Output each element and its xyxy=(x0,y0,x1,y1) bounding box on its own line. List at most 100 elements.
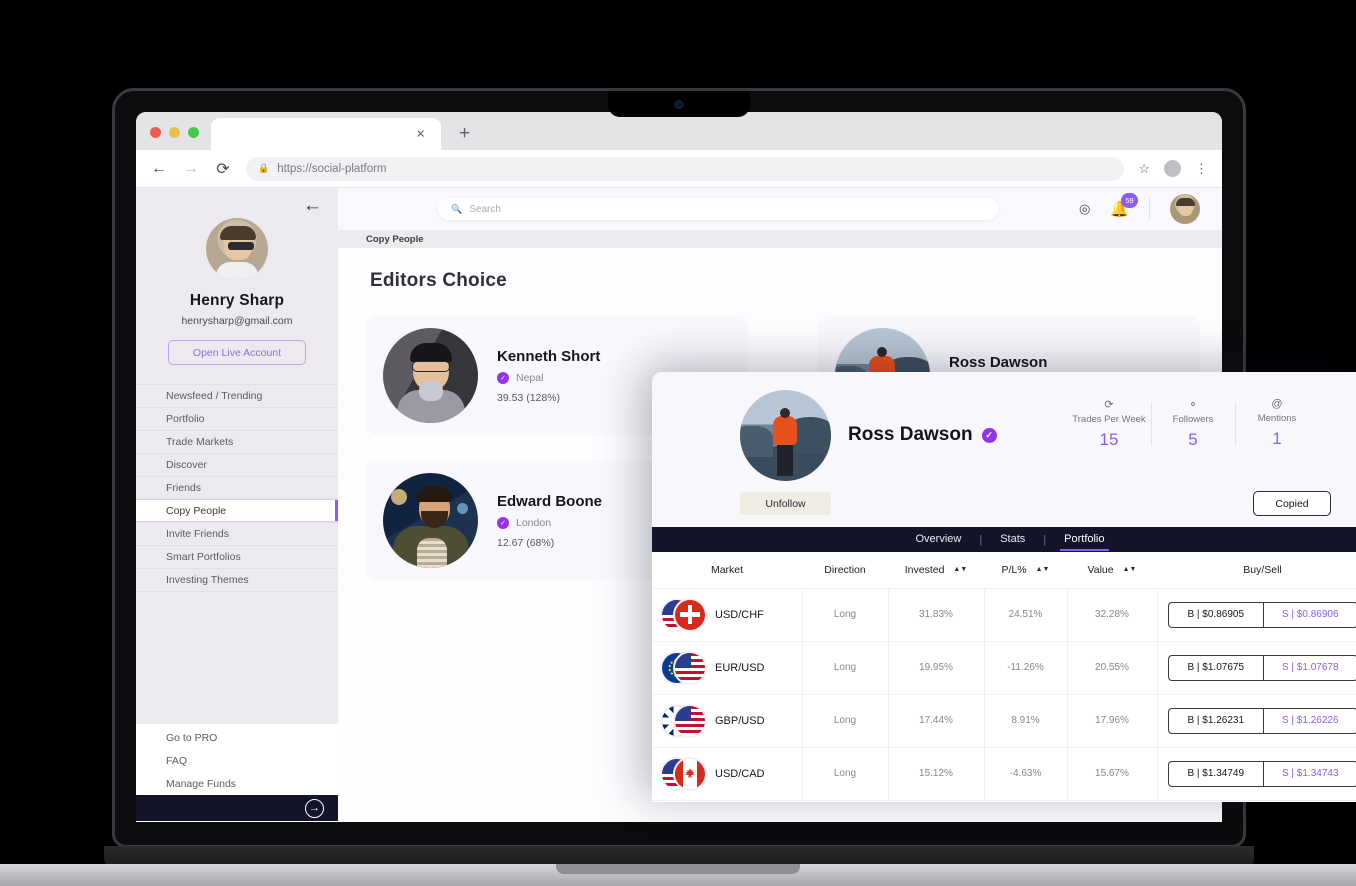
market-name: GBP/USD xyxy=(715,714,765,727)
sidebar-item-discover[interactable]: Discover xyxy=(136,453,338,476)
col-direction: Direction xyxy=(802,552,888,589)
person-name: Edward Boone xyxy=(497,492,603,510)
sidebar-item-investing-themes[interactable]: Investing Themes xyxy=(136,568,338,591)
close-window-button[interactable] xyxy=(150,127,161,138)
col-invested: Invested ▲▼ xyxy=(888,552,984,589)
cell-value: 15.67% xyxy=(1066,747,1157,801)
sidebar-item-portfolio[interactable]: Portfolio xyxy=(136,407,338,430)
cell-buy-sell: B | $1.34749 S | $1.34743 xyxy=(1156,747,1356,801)
table-header-row: Market Direction Invested ▲▼ P/L% ▲▼ Val… xyxy=(652,552,1356,589)
buy-button[interactable]: B | $1.26231 xyxy=(1167,707,1263,734)
sidebar: ← Henry Sharp henrysharp@gmail.com Open … xyxy=(136,188,338,821)
avatar xyxy=(740,390,831,481)
market-name: USD/CHF xyxy=(715,608,764,621)
logout-bar: → xyxy=(136,795,338,821)
sell-button[interactable]: S | $1.34743 xyxy=(1262,760,1356,787)
sort-pl-icon[interactable]: ▲▼ xyxy=(1036,566,1050,573)
eye-icon[interactable]: ◎ xyxy=(1079,201,1090,217)
browser-omnibar: ← → ⟳ 🔒 https://social-platform ☆ ⋮ xyxy=(136,150,1222,188)
browser-profile-avatar[interactable] xyxy=(1164,160,1181,177)
sidebar-item-manage-funds[interactable]: Manage Funds xyxy=(136,772,338,795)
cell-pl: -11.26% xyxy=(983,641,1067,695)
flag-pair-icon xyxy=(662,702,705,740)
col-pl: P/L% ▲▼ xyxy=(984,552,1067,589)
table-row[interactable]: USD/CAD Long 15.12% -4.63% 15.67% B | $1… xyxy=(652,747,1356,801)
stat-trades-per-week: ⟳ Trades Per Week 15 xyxy=(1067,398,1151,450)
breadcrumb: Copy People xyxy=(338,230,1222,248)
sell-button[interactable]: S | $0.86906 xyxy=(1262,601,1356,628)
copied-button[interactable]: Copied xyxy=(1253,491,1331,516)
verified-badge-icon: ✓ xyxy=(497,371,509,384)
cell-market: USD/CHF xyxy=(652,588,802,642)
cell-invested: 19.95% xyxy=(887,641,984,695)
person-location-row: ✓ Nepal xyxy=(497,371,600,384)
tab-stats[interactable]: Stats xyxy=(982,527,1043,552)
browser-tabstrip: × + xyxy=(136,112,1222,150)
logout-icon[interactable]: → xyxy=(305,798,324,818)
modal-tabs: Overview | Stats | Portfolio xyxy=(652,527,1356,552)
back-icon[interactable]: ← xyxy=(150,160,168,178)
sidebar-item-friends[interactable]: Friends xyxy=(136,476,338,499)
sidebar-item-copy-people[interactable]: Copy People xyxy=(136,499,338,522)
person-location: Nepal xyxy=(516,371,544,384)
table-row[interactable]: EUR/USD Long 19.95% -11.26% 20.55% B | $… xyxy=(652,641,1356,695)
cell-market: USD/CAD xyxy=(652,747,802,801)
unfollow-button[interactable]: Unfollow xyxy=(740,492,831,515)
topbar: 🔍 Search ◎ 🔔 59 xyxy=(338,188,1222,230)
col-buy-sell: Buy/Sell xyxy=(1157,552,1356,589)
notification-badge: 59 xyxy=(1121,192,1138,208)
sidebar-item-smart-portfolios[interactable]: Smart Portfolios xyxy=(136,545,338,568)
reload-icon[interactable]: ⟳ xyxy=(214,159,232,179)
col-market: Market xyxy=(652,552,802,589)
bookmark-star-icon[interactable]: ☆ xyxy=(1138,161,1150,177)
table-row[interactable]: USD/CHF Long 31.83% 24.51% 32.28% B | $0… xyxy=(652,588,1356,642)
sidebar-item-go-to-pro[interactable]: Go to PRO xyxy=(136,726,338,749)
avatar xyxy=(383,328,478,423)
col-invested-label: Invested xyxy=(904,563,945,576)
new-tab-button[interactable]: + xyxy=(459,124,470,143)
person-performance: 12.67 (68%) xyxy=(497,536,555,549)
sidebar-item-newsfeed[interactable]: Newsfeed / Trending xyxy=(136,384,338,407)
cell-invested: 17.44% xyxy=(887,694,984,748)
flag-pair-icon xyxy=(662,596,705,634)
sort-value-icon[interactable]: ▲▼ xyxy=(1123,566,1137,573)
lock-icon: 🔒 xyxy=(258,163,270,173)
col-pl-label: P/L% xyxy=(1001,563,1027,576)
sidebar-item-trade-markets[interactable]: Trade Markets xyxy=(136,430,338,453)
modal-header: Ross Dawson ✓ ⟳ Trades Per Week 15 ⚬ Fol… xyxy=(652,372,1356,527)
browser-tab[interactable]: × xyxy=(211,118,441,150)
forward-icon[interactable]: → xyxy=(182,160,200,178)
sidebar-item-invite-friends[interactable]: Invite Friends xyxy=(136,522,338,545)
cell-market: EUR/USD xyxy=(652,641,802,695)
cell-value: 32.28% xyxy=(1066,588,1157,642)
topbar-avatar[interactable] xyxy=(1170,194,1200,224)
laptop-hinge-notch xyxy=(556,864,800,874)
webcam-icon xyxy=(674,100,684,109)
search-input[interactable]: 🔍 Search xyxy=(438,198,998,220)
minimize-window-button[interactable] xyxy=(169,127,180,138)
sidebar-item-faq[interactable]: FAQ xyxy=(136,749,338,772)
maximize-window-button[interactable] xyxy=(188,127,199,138)
table-row[interactable]: GBP/USD Long 17.44% 8.91% 17.96% B | $1.… xyxy=(652,694,1356,748)
close-icon[interactable]: × xyxy=(416,127,425,142)
open-live-account-button[interactable]: Open Live Account xyxy=(168,340,306,365)
browser-menu-icon[interactable]: ⋮ xyxy=(1195,162,1208,175)
sidebar-nav: Newsfeed / Trending Portfolio Trade Mark… xyxy=(136,384,338,591)
notifications-button[interactable]: 🔔 59 xyxy=(1110,192,1138,219)
person-name: Ross Dawson xyxy=(949,353,1048,371)
url-input[interactable]: 🔒 https://social-platform xyxy=(246,156,1125,181)
buy-button[interactable]: B | $0.86905 xyxy=(1167,601,1263,628)
buy-button[interactable]: B | $1.07675 xyxy=(1167,654,1263,681)
window-controls xyxy=(136,127,211,150)
tab-overview[interactable]: Overview xyxy=(898,527,980,552)
buy-button[interactable]: B | $1.34749 xyxy=(1167,760,1263,787)
flag-pair-icon xyxy=(662,755,705,793)
stat-followers: ⚬ Followers 5 xyxy=(1151,398,1235,450)
sell-button[interactable]: S | $1.26226 xyxy=(1262,707,1356,734)
cell-buy-sell: B | $0.86905 S | $0.86906 xyxy=(1156,588,1356,642)
breadcrumb-copy-people[interactable]: Copy People xyxy=(366,234,424,245)
sell-button[interactable]: S | $1.07678 xyxy=(1262,654,1356,681)
tab-portfolio[interactable]: Portfolio xyxy=(1046,527,1122,552)
collapse-sidebar-icon[interactable]: ← xyxy=(303,196,322,215)
sort-invested-icon[interactable]: ▲▼ xyxy=(953,566,967,573)
